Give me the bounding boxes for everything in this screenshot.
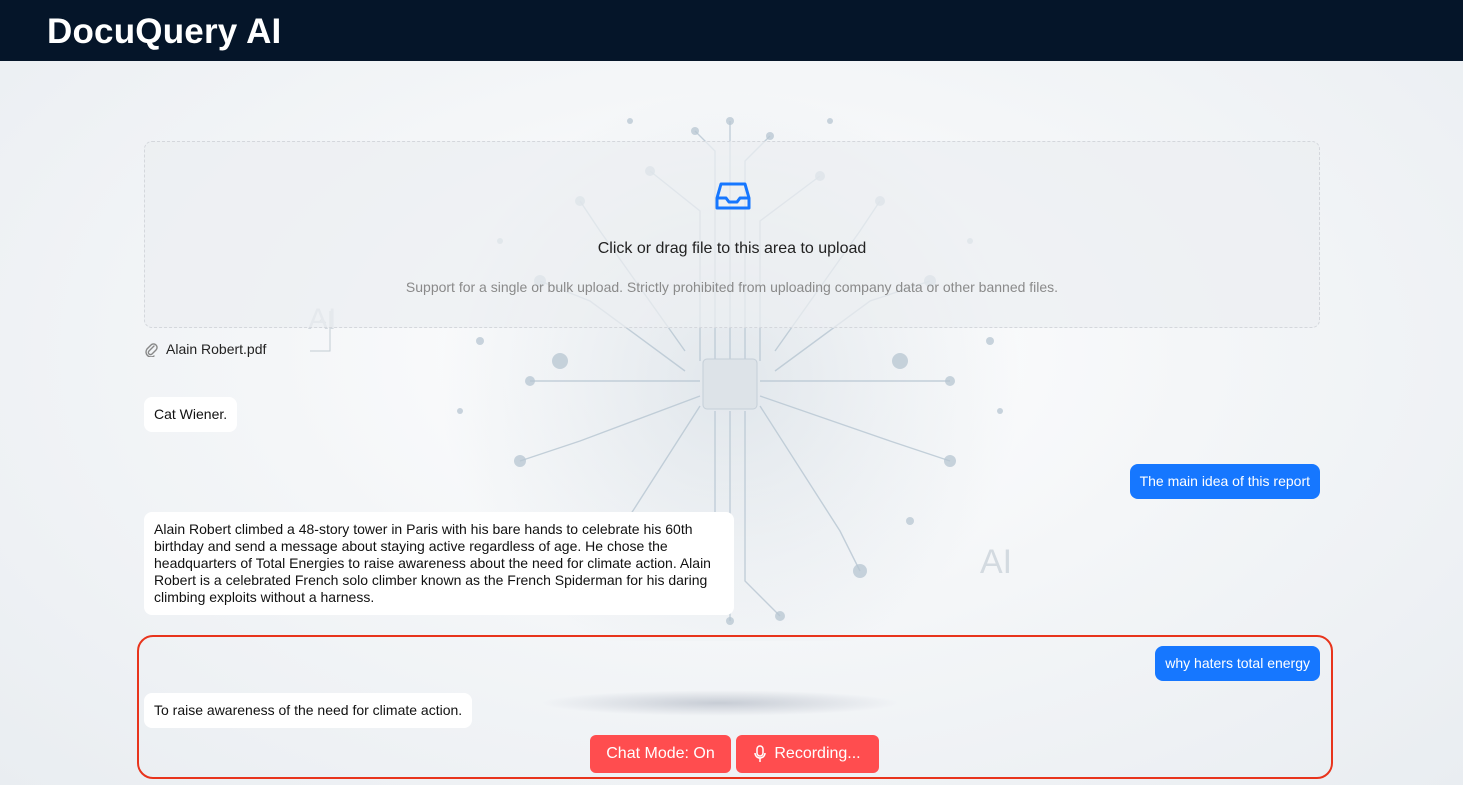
- ai-watermark-right: AI: [980, 543, 1012, 581]
- top-bar: DocuQuery AI: [0, 0, 1463, 61]
- inbox-icon: [715, 182, 751, 210]
- uploaded-file[interactable]: Alain Robert.pdf: [144, 338, 266, 360]
- bot-message: Cat Wiener.: [144, 397, 238, 432]
- app-title: DocuQuery AI: [47, 12, 282, 51]
- chat-mode-button[interactable]: Chat Mode: On: [590, 735, 731, 773]
- bot-message: Alain Robert climbed a 48-story tower in…: [144, 512, 734, 615]
- upload-dropzone[interactable]: Click or drag file to this area to uploa…: [144, 141, 1320, 328]
- decorative-shadow: [540, 690, 900, 716]
- user-message: why haters total energy: [1155, 646, 1320, 681]
- upload-hint: Support for a single or bulk upload. Str…: [405, 279, 1059, 295]
- microphone-icon: [754, 745, 767, 762]
- upload-instruction: Click or drag file to this area to uploa…: [597, 240, 867, 257]
- recording-label: Recording...: [774, 745, 861, 762]
- recording-button[interactable]: Recording...: [736, 735, 879, 773]
- file-name: Alain Robert.pdf: [166, 341, 267, 357]
- user-message: The main idea of this report: [1129, 464, 1320, 499]
- bot-message: To raise awareness of the need for clima…: [144, 693, 473, 728]
- paperclip-icon: [145, 343, 158, 357]
- chat-mode-label: Chat Mode: On: [606, 745, 715, 762]
